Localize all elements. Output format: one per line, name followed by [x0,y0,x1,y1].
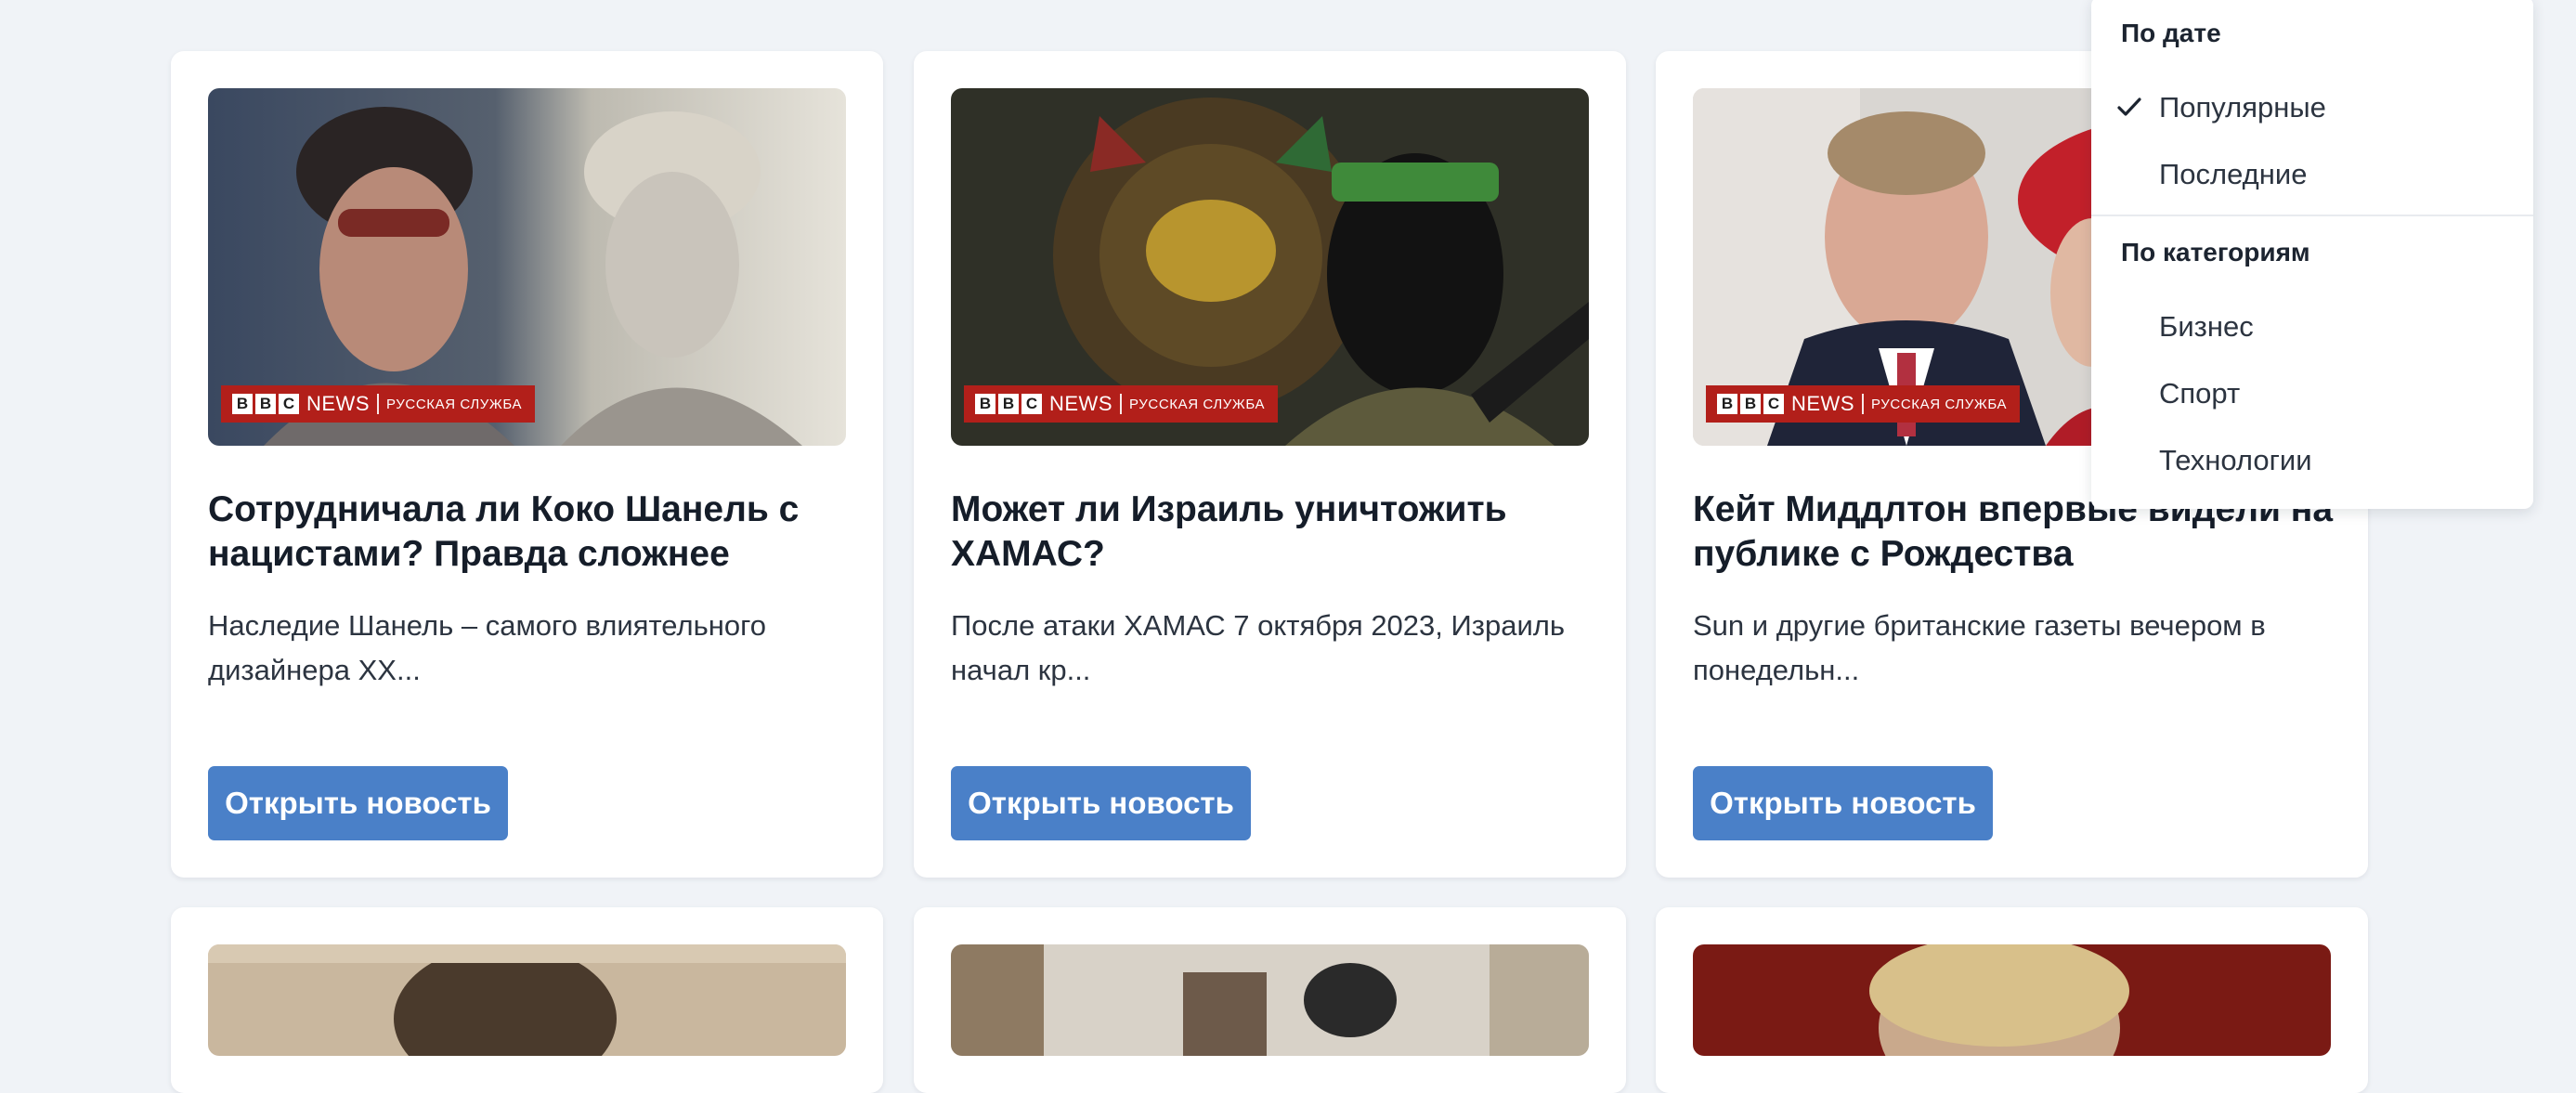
news-image[interactable] [1693,944,2331,1056]
news-card [171,907,883,1093]
menu-item-label: Последние [2159,158,2308,190]
by-category-heading: По категориям [2121,238,2310,267]
logo-letter: C [1021,394,1042,414]
logo-separator [1862,394,1864,414]
bbc-news-logo: B B C NEWS РУССКАЯ СЛУЖБА [221,385,536,423]
menu-item-label: Спорт [2159,377,2241,410]
news-card: B B C NEWS РУССКАЯ СЛУЖБА Может ли Израи… [914,51,1626,878]
news-image[interactable]: B B C NEWS РУССКАЯ СЛУЖБА [208,88,846,446]
news-card [914,907,1626,1093]
logo-letter: B [255,394,276,414]
news-title[interactable]: Сотрудничала ли Коко Шанель с нацистами?… [208,488,849,577]
menu-item-label: Технологии [2159,444,2312,476]
bbc-news-logo: B B C NEWS РУССКАЯ СЛУЖБА [964,385,1279,423]
logo-separator [377,394,379,414]
news-title[interactable]: Может ли Израиль уничтожить ХАМАС? [951,488,1592,577]
logo-letter: B [975,394,995,414]
logo-letter: B [232,394,253,414]
menu-item-sport[interactable]: Спорт [2091,364,2533,423]
open-news-button[interactable]: Открыть новость [1693,766,1993,840]
by-date-heading: По дате [2121,19,2221,47]
sort-dropdown-menu: По дате Популярные Последние По категори… [2091,0,2533,509]
menu-item-popular[interactable]: Популярные [2091,78,2533,137]
menu-item-label: Бизнес [2159,310,2254,343]
logo-service-text: РУССКАЯ СЛУЖБА [1871,396,2008,412]
menu-divider [2091,215,2533,216]
logo-letter: B [998,394,1019,414]
logo-separator [1120,394,1122,414]
logo-service-text: РУССКАЯ СЛУЖБА [1129,396,1266,412]
news-image[interactable] [951,944,1589,1056]
logo-letter: C [279,394,299,414]
logo-news-text: NEWS [1791,392,1854,415]
logo-letter: B [1717,394,1737,414]
menu-item-technology[interactable]: Технологии [2091,431,2533,490]
menu-item-label: Популярные [2159,91,2326,124]
logo-news-text: NEWS [306,392,370,415]
news-image[interactable]: B B C NEWS РУССКАЯ СЛУЖБА [951,88,1589,446]
news-description: После атаки ХАМАС 7 октября 2023, Израил… [951,609,1566,686]
logo-service-text: РУССКАЯ СЛУЖБА [386,396,523,412]
logo-letter: C [1763,394,1784,414]
open-news-button[interactable]: Открыть новость [208,766,508,840]
open-news-button[interactable]: Открыть новость [951,766,1251,840]
menu-item-latest[interactable]: Последние [2091,145,2533,204]
logo-letter: B [1740,394,1761,414]
bbc-news-logo: B B C NEWS РУССКАЯ СЛУЖБА [1706,385,2021,423]
news-card [1656,907,2368,1093]
news-description: Sun и другие британские газеты вечером в… [1693,609,2266,686]
news-description: Наследие Шанель – самого влиятельного ди… [208,609,766,686]
logo-news-text: NEWS [1049,392,1112,415]
checkmark-icon [2117,98,2141,116]
news-card: B B C NEWS РУССКАЯ СЛУЖБА Сотрудничала л… [171,51,883,878]
news-image[interactable] [208,944,846,1056]
menu-item-business[interactable]: Бизнес [2091,297,2533,357]
